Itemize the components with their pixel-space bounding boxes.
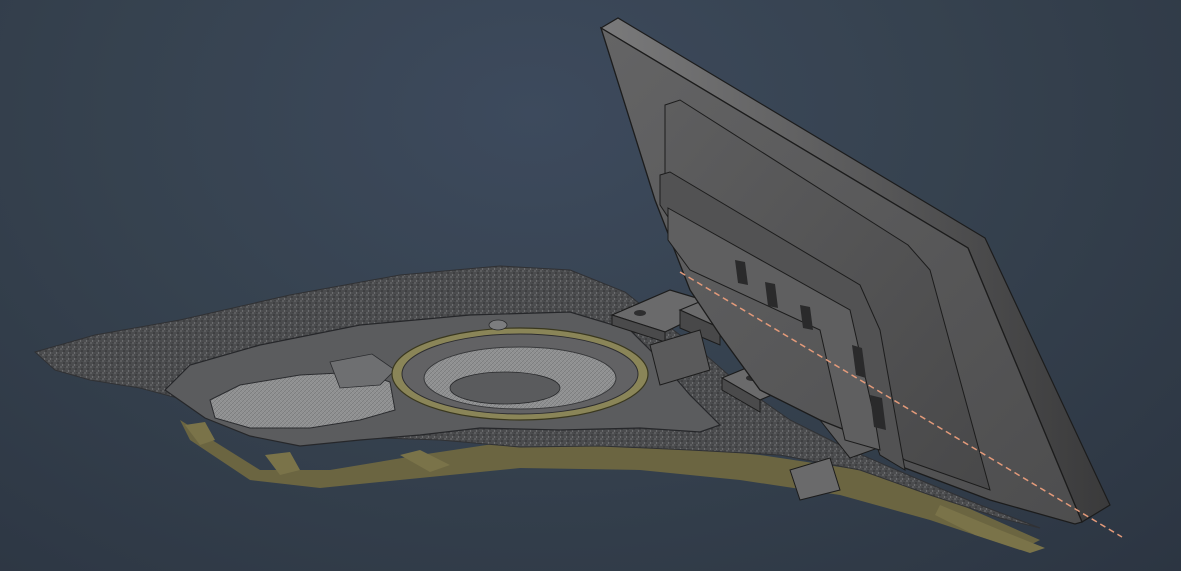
clip-hole — [634, 310, 646, 316]
speaker-cone-center — [449, 371, 561, 405]
3d-viewport[interactable] — [0, 0, 1181, 571]
mounting-screw — [488, 319, 508, 331]
3d-scene — [33, 17, 1123, 553]
